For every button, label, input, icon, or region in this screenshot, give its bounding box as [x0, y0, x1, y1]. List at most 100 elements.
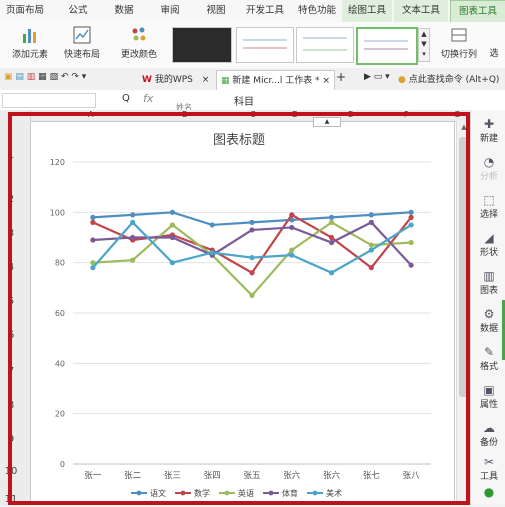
formula-input[interactable]: 科目 姓名 — [158, 93, 498, 112]
data-point — [328, 214, 335, 220]
format-icon: ✎ — [483, 345, 495, 359]
tab-developer[interactable]: 开发工具 — [240, 0, 290, 22]
tab-page-layout[interactable]: 页面布局 — [0, 0, 50, 22]
sidebar-item-new[interactable]: ✚ 新建 — [474, 118, 504, 145]
command-search[interactable]: ● 点此查找命令 (Alt+Q) — [398, 72, 499, 85]
scroll-up-icon[interactable]: ▲ — [459, 123, 469, 133]
column-letter[interactable]: F — [404, 110, 409, 119]
print-icon[interactable]: ▦ — [38, 72, 47, 82]
data-point — [249, 227, 255, 233]
column-letter[interactable]: G — [454, 110, 460, 119]
row-number[interactable]: 10 — [0, 466, 22, 477]
row-number[interactable]: 9 — [0, 434, 22, 445]
row-number[interactable]: 6 — [0, 330, 22, 341]
data-point — [249, 255, 255, 261]
data-point — [328, 270, 335, 276]
save-icon[interactable]: ▤ — [15, 72, 24, 82]
data-point — [169, 222, 176, 228]
wps-tab[interactable]: W 我的WPS × — [142, 72, 209, 85]
redo-icon[interactable]: ↷ — [71, 72, 79, 82]
row-number[interactable]: 2 — [0, 194, 22, 205]
sidebar-label: 备份 — [479, 438, 498, 448]
sidebar-item-data[interactable]: ⚙ 数据 — [474, 308, 504, 335]
dropdown-icon[interactable]: ▾ — [82, 72, 87, 82]
line-chart[interactable]: 图表标题 0 20 40 60 80 100 120 张一 张二 张三 张四 张五 张六 张六 张七 张八 语… — [30, 121, 455, 505]
sidebar-item-tools[interactable]: ✂ 工具 — [474, 456, 504, 483]
tab-formula[interactable]: 公式 — [58, 0, 98, 22]
row-number[interactable]: 8 — [0, 400, 22, 411]
sidebar-item-format[interactable]: ✎ 格式 — [474, 345, 504, 373]
tab-features[interactable]: 特色功能 — [292, 0, 342, 22]
tab-view[interactable]: 视图 — [196, 0, 236, 22]
column-letter[interactable]: E — [348, 110, 353, 119]
column-letter[interactable]: A — [88, 110, 93, 119]
tab-data[interactable]: 数据 — [104, 0, 144, 22]
y-tick-label: 40 — [55, 359, 65, 368]
row-number[interactable]: 7 — [0, 366, 22, 377]
legend-marker — [268, 490, 274, 496]
sidebar-item-chart[interactable]: ▥ 图表 — [474, 270, 504, 297]
preview-icon[interactable]: ▧ — [50, 72, 59, 82]
change-color-button[interactable]: 更改颜色 — [114, 26, 164, 60]
fx-button[interactable]: fx — [143, 92, 153, 105]
data-point — [249, 219, 255, 225]
y-tick-label: 100 — [50, 208, 65, 217]
tab-review[interactable]: 审阅 — [150, 0, 190, 22]
row-number[interactable]: 5 — [0, 296, 22, 307]
chart-style-1[interactable] — [172, 27, 232, 63]
sheet-icon: ▦ — [221, 76, 230, 86]
data-point — [209, 250, 215, 256]
data-point — [368, 242, 374, 248]
toolbar-extra-icons[interactable]: ▶ ▭ ▾ — [364, 72, 390, 82]
open-icon[interactable]: ▣ — [4, 72, 13, 82]
chart-style-2[interactable] — [236, 27, 294, 63]
row-number[interactable]: 1 — [0, 150, 22, 161]
row-number[interactable]: 4 — [0, 262, 22, 273]
quick-access-icons[interactable]: ▣ ▤ ▥ ▦ ▧ ↶ ↷ ▾ — [4, 72, 86, 82]
data-point — [249, 270, 255, 276]
chart-style-3[interactable] — [296, 27, 354, 63]
close-icon[interactable]: × — [323, 76, 331, 86]
name-box[interactable] — [2, 93, 96, 108]
tab-drawing-tools[interactable]: 绘图工具 — [342, 0, 392, 22]
sidebar-item-analyze[interactable]: ◔ 分析 — [474, 156, 504, 183]
bar-chart-icon — [23, 29, 36, 43]
data-point — [169, 234, 176, 241]
undo-icon[interactable]: ↶ — [61, 72, 69, 82]
chart-title[interactable]: 图表标题 — [213, 133, 265, 148]
sidebar-item-shape[interactable]: ◢ 形状 — [474, 232, 504, 259]
pdf-icon[interactable]: ▥ — [27, 72, 36, 82]
legend-marker — [312, 490, 318, 496]
new-tab-button[interactable]: + — [336, 70, 346, 84]
zoom-icon[interactable]: Q — [122, 93, 130, 104]
column-letter[interactable]: B — [182, 110, 188, 119]
sidebar-item-select[interactable]: ⬚ 选择 — [474, 193, 504, 221]
chart-style-4-selected[interactable] — [356, 27, 418, 65]
row-number[interactable]: 3 — [0, 228, 22, 239]
quick-layout-button[interactable]: 快速布局 — [58, 26, 106, 60]
legend-label: 数学 — [194, 488, 210, 498]
formula-bar: Q fx 科目 姓名 — [0, 90, 505, 112]
column-letter[interactable]: C — [250, 110, 256, 119]
close-icon[interactable]: × — [202, 75, 210, 85]
data-point — [90, 265, 96, 271]
add-element-button[interactable]: 添加元素 — [6, 26, 54, 60]
scroll-thumb[interactable] — [459, 137, 468, 397]
column-letter[interactable]: D — [292, 110, 298, 119]
switch-row-col-button[interactable]: 切换行列 — [438, 26, 480, 60]
x-tick-label: 张二 — [124, 471, 142, 481]
vertical-scrollbar[interactable]: ▲ — [456, 121, 471, 505]
chart-resize-handle[interactable]: ▲ — [313, 117, 341, 127]
sidebar-item-help[interactable]: ● — [474, 486, 504, 499]
data-point — [328, 239, 335, 246]
row-number[interactable]: 11 — [0, 494, 22, 505]
select-icon: ⬚ — [483, 193, 495, 207]
tab-text-tools[interactable]: 文本工具 — [394, 0, 448, 22]
data-point — [328, 234, 335, 241]
style-scroll[interactable]: ▲ ▼ ▾ — [418, 28, 430, 62]
tab-chart-tools[interactable]: 图表工具 — [450, 0, 505, 22]
sidebar-item-properties[interactable]: ▣ 属性 — [474, 384, 504, 411]
select-partial-label[interactable]: 选 — [484, 46, 504, 59]
sidebar-item-backup[interactable]: ☁ 备份 — [474, 422, 504, 449]
quick-layout-label: 快速布局 — [63, 50, 100, 60]
